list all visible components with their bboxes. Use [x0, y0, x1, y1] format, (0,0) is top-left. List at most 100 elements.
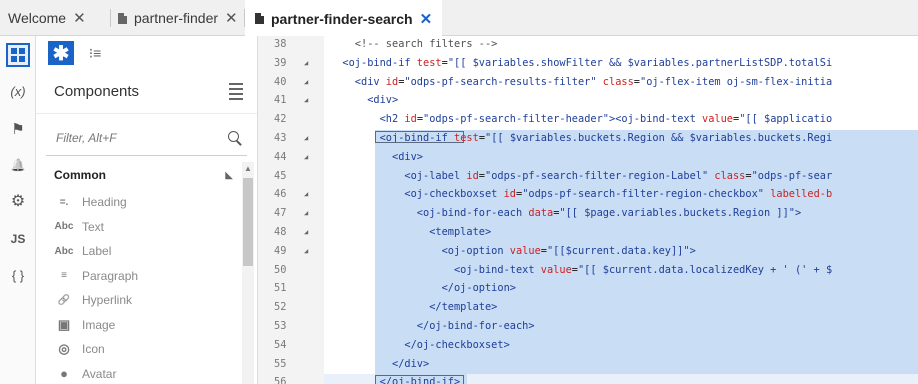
list-item[interactable]: ≡ Paragraph — [36, 264, 241, 289]
category-header[interactable]: Common ◣ — [36, 160, 241, 190]
label-icon: Abc — [54, 245, 74, 257]
code-line[interactable]: 54 </oj-checkboxset> — [258, 339, 918, 351]
variables-rail-icon[interactable]: (x) — [0, 76, 36, 106]
code-line[interactable]: 55 </div> — [258, 358, 918, 370]
list-item[interactable]: ● Avatar — [36, 362, 241, 384]
fold-icon[interactable]: ◢ — [304, 207, 308, 219]
code-line[interactable]: 51 </oj-option> — [258, 282, 918, 294]
code-line[interactable]: 46 ◢ <oj-checkboxset id="odps-pf-search-f… — [258, 188, 918, 200]
code-line[interactable]: 38 <!-- search filters --> — [258, 38, 918, 50]
actions-rail-icon[interactable]: ⚑ — [0, 114, 36, 144]
code-line[interactable]: 41 ◢ <div> — [258, 94, 918, 106]
component-label: Heading — [82, 195, 127, 210]
text-icon: Abc — [54, 221, 74, 233]
list-item[interactable]: 🔗 Hyperlink — [36, 288, 241, 313]
components-rail-icon[interactable] — [0, 40, 36, 70]
code-text: <oj-bind-text value="[[ $current.data.lo… — [330, 263, 833, 276]
document-icon — [255, 13, 264, 24]
line-number: 44 — [274, 150, 287, 163]
line-number: 39 — [274, 56, 287, 69]
asterisk-icon: ✱ — [52, 42, 70, 65]
code-line[interactable]: 40 ◢ <div id="odps-pf-search-results-filt… — [258, 76, 918, 88]
code-line[interactable]: 52 </template> — [258, 301, 918, 313]
code-line[interactable]: 44 ◢ <div> — [258, 151, 918, 163]
events-rail-icon[interactable]: 🔔 — [0, 150, 36, 180]
code-line[interactable]: 42 <h2 id="odps-pf-search-filter-header"… — [258, 113, 918, 125]
code-line[interactable]: 43 ◢ <oj-bind-if test="[[ $variables.buck… — [258, 132, 918, 144]
fold-icon[interactable]: ◢ — [304, 132, 308, 144]
component-label: Text — [82, 219, 105, 234]
line-number: 52 — [274, 301, 287, 314]
close-icon[interactable]: ✕ — [73, 9, 86, 27]
line-number: 48 — [274, 226, 287, 238]
code-line[interactable]: 56 </oj-bind-if> — [258, 376, 918, 384]
code-editor[interactable]: 38 <!-- search filters --> 39 ◢ <oj-bind-i… — [258, 36, 918, 384]
settings-rail-icon[interactable]: ⚙ — [0, 186, 36, 216]
tab-divider — [110, 9, 111, 27]
panel-header: Components — [36, 70, 257, 114]
code-line[interactable]: 53 </oj-bind-for-each> — [258, 320, 918, 332]
tab-partner-finder-search[interactable]: partner-finder-search ✕ — [245, 0, 443, 37]
fold-icon[interactable]: ◢ — [304, 245, 308, 257]
code-line[interactable]: 45 <oj-label id="odps-pf-search-filter-r… — [258, 170, 918, 182]
list-item[interactable]: ▣ Image — [36, 313, 241, 338]
code-line[interactable]: 49 ◢ <oj-option value="[[$current.data.ke… — [258, 245, 918, 257]
search-icon[interactable] — [227, 130, 243, 146]
editor-tab-bar: Welcome ✕ partner-finder ✕ partner-finde… — [0, 0, 918, 37]
tab-label: partner-finder — [134, 10, 219, 26]
tag-match-box — [375, 375, 464, 384]
code-text: <oj-bind-for-each data="[[ $page.variabl… — [330, 207, 802, 220]
javascript-rail-icon[interactable]: JS — [0, 224, 36, 254]
list-item[interactable]: Abc Label — [36, 239, 241, 264]
left-rail: (x) ⚑ 🔔 ⚙ JS { } — [0, 36, 36, 384]
tab-welcome[interactable]: Welcome ✕ — [8, 0, 86, 36]
scroll-up-icon[interactable]: ▲ — [244, 164, 252, 173]
code-line[interactable]: 39 ◢ <oj-bind-if test="[[ $variables.show… — [258, 57, 918, 69]
code-line[interactable]: 50 <oj-bind-text value="[[ $current.data… — [258, 264, 918, 276]
tab-partner-finder[interactable]: partner-finder ✕ — [118, 0, 238, 36]
code-text: <!-- search filters --> — [330, 38, 498, 50]
tab-label: Welcome — [8, 10, 67, 26]
tag-match-box — [375, 131, 464, 144]
line-number: 45 — [274, 169, 287, 182]
close-icon[interactable]: ✕ — [420, 10, 433, 28]
fold-icon[interactable]: ◢ — [304, 151, 308, 163]
category-label: Common — [54, 168, 106, 182]
fold-icon[interactable]: ◢ — [304, 226, 308, 238]
tab-label: partner-finder-search — [271, 10, 413, 27]
list-item[interactable]: Abc Text — [36, 215, 241, 240]
icon-icon: ◎ — [58, 341, 70, 357]
structure-view-button[interactable]: ⁝≡ — [82, 41, 108, 65]
fold-icon[interactable]: ◢ — [304, 94, 308, 106]
document-icon — [118, 12, 127, 24]
scroll-thumb[interactable] — [243, 178, 253, 266]
component-label: Label — [82, 244, 112, 259]
menu-icon[interactable] — [229, 83, 243, 100]
code-line[interactable]: 48 ◢ <template> — [258, 226, 918, 238]
components-panel: ✱ ⁝≡ Components Common ◣ =. Heading Abc … — [36, 36, 258, 384]
component-label: Icon — [82, 342, 105, 357]
code-text: <h2 id="odps-pf-search-filter-header"><o… — [330, 113, 833, 126]
avatar-icon: ● — [60, 366, 68, 382]
fold-icon[interactable]: ◢ — [304, 76, 308, 88]
line-number: 50 — [274, 263, 287, 276]
code-text: </template> — [330, 301, 498, 314]
filter-row — [46, 120, 247, 156]
fold-icon[interactable]: ◢ — [304, 57, 308, 69]
code-text: </div> — [330, 357, 430, 370]
line-number: 40 — [274, 75, 287, 88]
collapse-icon[interactable]: ◣ — [225, 170, 233, 181]
code-text: <oj-bind-if test="[[ $variables.showFilt… — [330, 56, 833, 69]
filter-input[interactable] — [46, 130, 227, 145]
list-item[interactable]: ◎ Icon — [36, 337, 241, 362]
close-icon[interactable]: ✕ — [225, 9, 238, 27]
line-number: 38 — [274, 38, 287, 50]
code-line[interactable]: 47 ◢ <oj-bind-for-each data="[[ $page.var… — [258, 207, 918, 219]
line-number: 46 — [274, 188, 287, 201]
list-item[interactable]: =. Heading — [36, 190, 241, 215]
fold-icon[interactable]: ◢ — [304, 188, 308, 200]
json-rail-icon[interactable]: { } — [0, 260, 36, 290]
components-view-button[interactable]: ✱ — [48, 41, 74, 65]
code-text: <div id="odps-pf-search-results-filter" … — [330, 75, 833, 88]
panel-scrollbar[interactable]: ▲ — [242, 162, 254, 384]
